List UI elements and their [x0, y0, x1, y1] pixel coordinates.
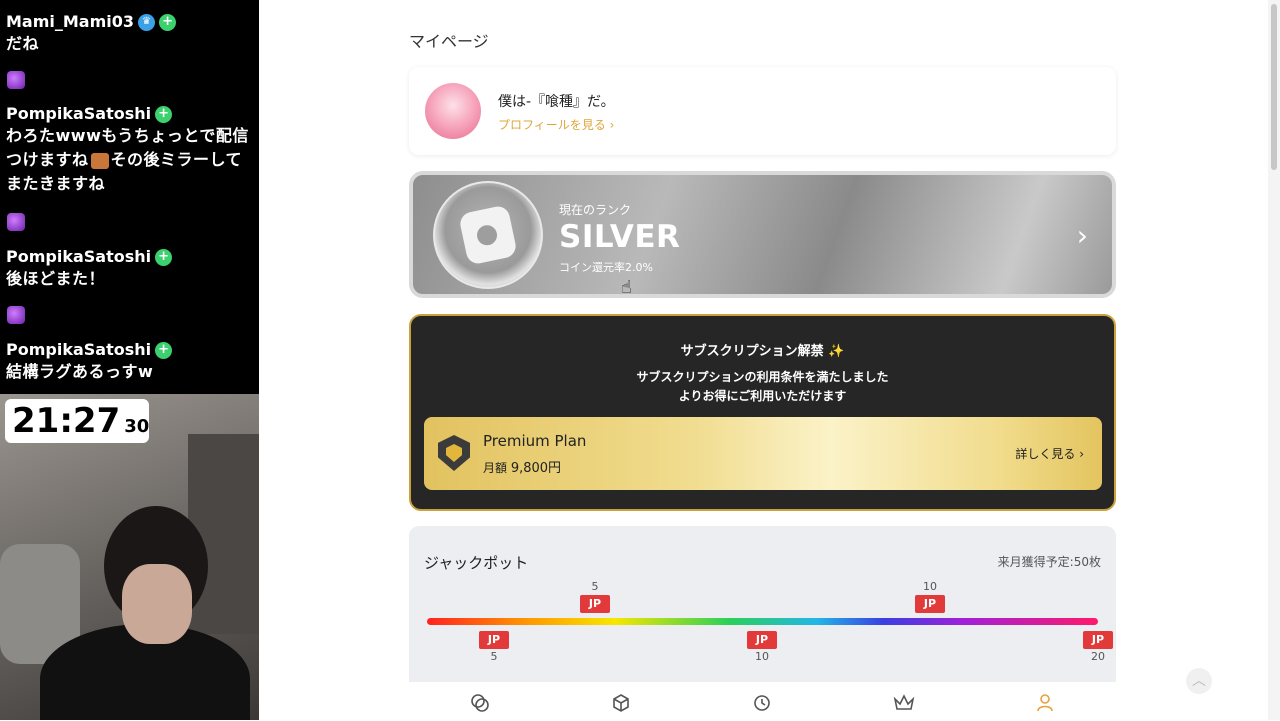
subscription-card: サブスクリプション解禁 ✨ サブスクリプションの利用条件を満たしました よりお得… [409, 314, 1116, 511]
coins-icon[interactable] [465, 688, 495, 718]
member-badge-icon: ♛ [138, 13, 156, 31]
jackpot-progress-track [427, 618, 1098, 625]
rank-card[interactable]: 現在のランク SILVER コイン還元率2.0% › [409, 171, 1116, 298]
profile-card[interactable]: 僕は-『喰種』だ。 プロフィールを見る › [409, 67, 1116, 155]
price-value: 9,800円 [510, 461, 562, 476]
streamer-face [122, 564, 192, 644]
avatar [425, 83, 481, 139]
clock-hours-minutes: 21:27 [12, 401, 121, 441]
chevron-right-icon[interactable]: › [1077, 219, 1088, 252]
view-profile-link[interactable]: プロフィールを見る › [498, 116, 614, 133]
rank-label: 現在のランク [559, 203, 632, 217]
chat-message: PompikaSatoshi + 後ほどまた！ [6, 247, 256, 291]
jp-badge: JP [1083, 631, 1113, 649]
jp-milestone-label: 5 [490, 650, 498, 663]
see-details-link[interactable]: 詳しく見る › [1015, 445, 1084, 462]
chat-text: 後ほどまた！ [6, 269, 106, 288]
chat-message: PompikaSatoshi + 結構ラグあるっすw [6, 340, 256, 384]
page-title: マイページ [409, 32, 489, 51]
user-icon[interactable] [1030, 688, 1060, 718]
chat-message: Mami_Mami03 ♛ + だね [6, 12, 256, 56]
shield-icon [438, 435, 470, 471]
jp-badge: JP [747, 631, 777, 649]
bottom-nav [409, 681, 1116, 721]
jackpot-card: ジャックポット 来月獲得予定:50枚 5 JP 10 JP JP 5 JP 10… [409, 526, 1116, 686]
rank-name: SILVER [559, 219, 681, 255]
profile-name: 僕は-『喰種』だ。 [498, 94, 615, 110]
jp-milestone-label: 10 [755, 650, 769, 663]
verified-badge-icon: + [155, 105, 173, 123]
mypage: マイページ 僕は-『喰種』だ。 プロフィールを見る › 現在のランク SILVE… [259, 0, 1280, 721]
emote-icon [7, 213, 25, 231]
mouse-cursor-icon: ☝ [621, 277, 632, 298]
subscription-description-line2: よりお得にご利用いただけます [678, 389, 847, 403]
jackpot-next-month: 来月獲得予定:50枚 [997, 555, 1101, 569]
scroll-to-top-button[interactable]: ︿ [1186, 668, 1212, 694]
chat-username: Mami_Mami03 [6, 12, 135, 31]
scrollbar[interactable] [1268, 0, 1280, 720]
emote-icon [7, 306, 25, 324]
crown-icon[interactable] [889, 688, 919, 718]
coin-return-rate: コイン還元率2.0% [559, 261, 653, 274]
subscription-title: サブスクリプション解禁 ✨ [680, 344, 845, 359]
verified-badge-icon: + [155, 341, 173, 359]
jp-badge: JP [915, 595, 945, 613]
jp-milestone-label: 20 [1091, 650, 1105, 663]
emote-icon [7, 71, 25, 89]
verified-badge-icon: + [155, 248, 173, 266]
clock-seconds: 30 [124, 416, 150, 437]
plan-name: Premium Plan [483, 432, 587, 450]
jp-milestone-label: 10 [923, 580, 937, 593]
jp-badge: JP [479, 631, 509, 649]
premium-plan-banner[interactable]: Premium Plan 月額 9,800円 詳しく見る › [424, 417, 1102, 490]
box-icon[interactable] [606, 688, 636, 718]
chat-message: PompikaSatoshi + わろたwwwもうちょっとで配信つけますね その後… [6, 104, 256, 196]
jp-badge: JP [580, 595, 610, 613]
chat-username: PompikaSatoshi [6, 104, 152, 123]
scrollbar-thumb[interactable] [1271, 4, 1277, 170]
stream-clock: 21:27 30 [5, 399, 149, 443]
verified-badge-icon: + [159, 13, 177, 31]
price-label: 月額 [483, 461, 508, 475]
jackpot-title: ジャックポット [424, 554, 529, 572]
history-icon[interactable] [747, 688, 777, 718]
chat-text: だね [6, 34, 40, 53]
subscription-description: サブスクリプションの利用条件を満たしました よりお得にご利用いただけます [411, 368, 1114, 406]
chat-username: PompikaSatoshi [6, 247, 152, 266]
subscription-description-line1: サブスクリプションの利用条件を満たしました [636, 370, 889, 384]
jp-milestone-label: 5 [591, 580, 599, 593]
silver-medal-icon [433, 181, 543, 289]
chat-username: PompikaSatoshi [6, 340, 152, 359]
chat-text: 結構ラグあるっすw [6, 362, 154, 381]
chat-panel: Mami_Mami03 ♛ + だね PompikaSatoshi + わろたw… [0, 0, 259, 394]
plan-price: 月額 9,800円 [483, 457, 561, 476]
emote-icon [90, 152, 109, 169]
